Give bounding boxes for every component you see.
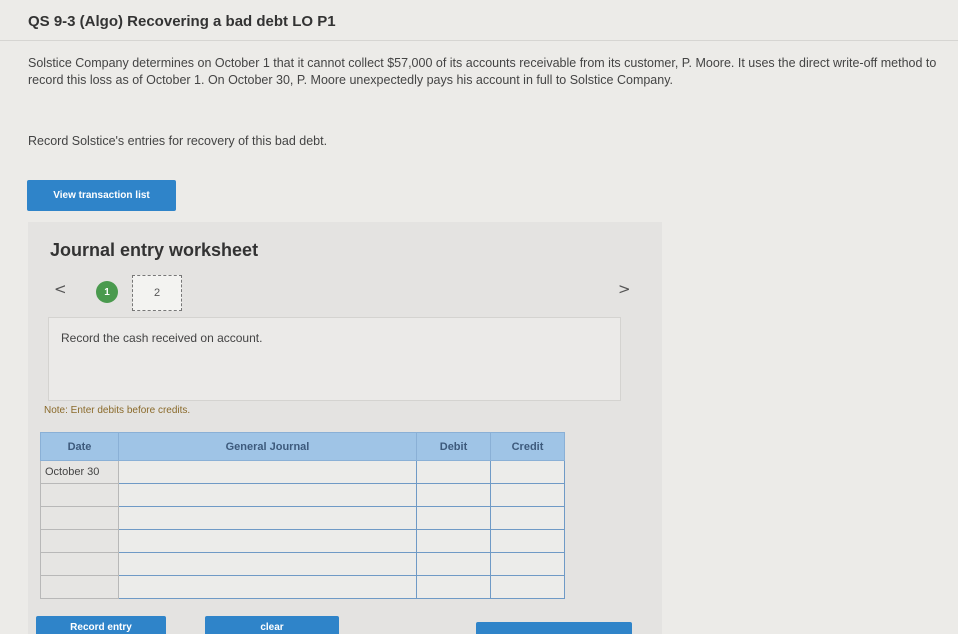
credit-input[interactable]: [490, 552, 565, 576]
account-input[interactable]: [118, 575, 417, 599]
date-cell: October 30: [40, 460, 119, 484]
general-journal-column-header: General Journal: [118, 432, 417, 461]
credit-input[interactable]: [490, 506, 565, 530]
title-divider: [0, 40, 958, 41]
step-description: Record the cash received on account.: [61, 331, 263, 345]
view-general-journal-button[interactable]: [476, 622, 632, 634]
problem-text: Solstice Company determines on October 1…: [28, 56, 937, 87]
step-1-indicator[interactable]: 1: [96, 281, 118, 303]
table-row: [40, 529, 565, 553]
table-row: October 30: [40, 460, 565, 484]
credit-input[interactable]: [490, 460, 565, 484]
account-input[interactable]: [118, 552, 417, 576]
debit-credit-note: Note: Enter debits before credits.: [44, 405, 191, 416]
step-2-indicator[interactable]: 2: [132, 275, 182, 311]
credit-input[interactable]: [490, 529, 565, 553]
credit-input[interactable]: [490, 483, 565, 507]
journal-table: Date General Journal Debit Credit Octobe…: [40, 432, 565, 599]
date-cell: [40, 575, 119, 599]
worksheet-title: Journal entry worksheet: [50, 240, 259, 260]
clear-entry-button[interactable]: clear: [205, 616, 339, 634]
date-column-header: Date: [40, 432, 119, 461]
table-row: [40, 552, 565, 576]
step-description-box: Record the cash received on account.: [48, 317, 621, 401]
page-title: QS 9-3 (Algo) Recovering a bad debt LO P…: [28, 13, 336, 30]
debit-input[interactable]: [416, 529, 491, 553]
debit-input[interactable]: [416, 460, 491, 484]
view-transaction-list-button[interactable]: View transaction list: [27, 180, 176, 211]
debit-input[interactable]: [416, 575, 491, 599]
debit-column-header: Debit: [416, 432, 491, 461]
journal-header-row: Date General Journal Debit Credit: [40, 432, 565, 461]
account-input[interactable]: [118, 529, 417, 553]
debit-input[interactable]: [416, 483, 491, 507]
account-input[interactable]: [118, 506, 417, 530]
debit-input[interactable]: [416, 506, 491, 530]
prev-step-button[interactable]: <: [54, 280, 67, 298]
account-input[interactable]: [118, 460, 417, 484]
date-cell: [40, 506, 119, 530]
debit-input[interactable]: [416, 552, 491, 576]
next-step-button[interactable]: >: [618, 280, 631, 298]
record-entry-button[interactable]: Record entry: [36, 616, 166, 634]
account-input[interactable]: [118, 483, 417, 507]
date-cell: [40, 529, 119, 553]
instruction-text: Record Solstice's entries for recovery o…: [28, 134, 328, 148]
table-row: [40, 506, 565, 530]
date-cell: [40, 552, 119, 576]
table-row: [40, 483, 565, 507]
table-row: [40, 575, 565, 599]
date-cell: [40, 483, 119, 507]
credit-input[interactable]: [490, 575, 565, 599]
credit-column-header: Credit: [490, 432, 565, 461]
journal-worksheet-panel: Journal entry worksheet < 1 2 > Record t…: [28, 222, 662, 634]
